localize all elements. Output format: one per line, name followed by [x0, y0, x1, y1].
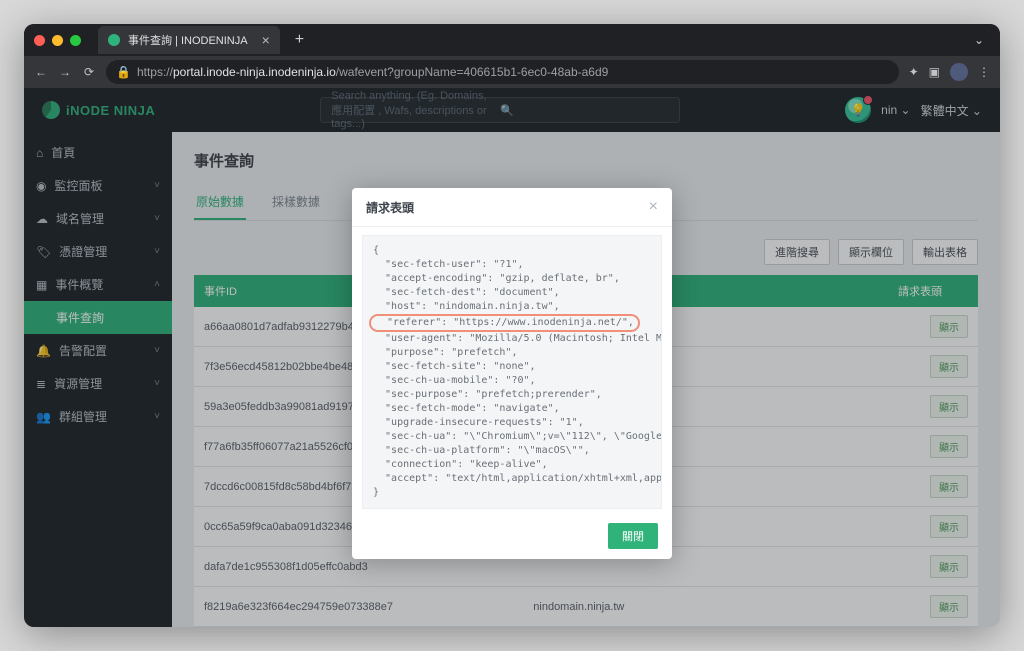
kebab-menu-icon[interactable]: ⋮	[978, 65, 990, 79]
tab-favicon	[108, 34, 120, 46]
code-line: "connection": "keep-alive",	[373, 458, 651, 472]
code-line: "sec-purpose": "prefetch;prerender",	[373, 388, 651, 402]
close-window-button[interactable]	[34, 35, 45, 46]
code-line: "accept-encoding": "gzip, deflate, br",	[373, 272, 651, 286]
modal-title: 請求表頭	[366, 199, 414, 216]
code-line: "sec-fetch-user": "?1",	[373, 258, 651, 272]
extensions-icon[interactable]: ✦	[909, 65, 919, 79]
code-line: "host": "nindomain.ninja.tw",	[373, 300, 651, 314]
forward-button[interactable]: →	[58, 65, 72, 79]
minimize-window-button[interactable]	[52, 35, 63, 46]
code-line: }	[373, 486, 651, 500]
maximize-window-button[interactable]	[70, 35, 81, 46]
code-line: "referer": "https://www.inodeninja.net/"…	[373, 314, 651, 332]
app-container: iNODE NINJA Search anything. (Eg. Domain…	[24, 88, 1000, 627]
code-line: "sec-fetch-mode": "navigate",	[373, 402, 651, 416]
code-line: "sec-fetch-dest": "document",	[373, 286, 651, 300]
browser-tab[interactable]: 事件查詢 | INODENINJA ×	[98, 26, 280, 54]
address-bar[interactable]: 🔒 https://portal.inode-ninja.inodeninja.…	[106, 60, 899, 84]
code-line: "upgrade-insecure-requests": "1",	[373, 416, 651, 430]
tab-title: 事件查詢 | INODENINJA	[128, 32, 248, 48]
tab-close-icon[interactable]: ×	[262, 32, 270, 48]
titlebar: 事件查詢 | INODENINJA × + ⌄	[24, 24, 1000, 56]
new-tab-button[interactable]: +	[295, 31, 304, 49]
code-line: "accept": "text/html,application/xhtml+x…	[373, 472, 651, 486]
reload-button[interactable]: ⟳	[82, 65, 96, 79]
profile-avatar[interactable]	[950, 63, 968, 81]
code-line: "sec-ch-ua": "\"Chromium\";v=\"112\", \"…	[373, 430, 651, 444]
modal-close-icon[interactable]: ×	[649, 198, 658, 216]
code-line: "sec-ch-ua-platform": "\"macOS\"",	[373, 444, 651, 458]
headers-code-block: { "sec-fetch-user": "?1", "accept-encodi…	[362, 235, 662, 509]
url-host: portal.inode-ninja.inodeninja.io	[173, 65, 336, 79]
back-button[interactable]: ←	[34, 65, 48, 79]
code-line: "user-agent": "Mozilla/5.0 (Macintosh; I…	[373, 332, 651, 346]
url-bar: ← → ⟳ 🔒 https://portal.inode-ninja.inode…	[24, 56, 1000, 88]
code-line: {	[373, 244, 651, 258]
code-line: "sec-fetch-site": "none",	[373, 360, 651, 374]
tabs-menu-icon[interactable]: ⌄	[974, 33, 984, 47]
lock-icon: 🔒	[116, 65, 131, 79]
code-line: "purpose": "prefetch",	[373, 346, 651, 360]
url-path: /wafevent?groupName=406615b1-6ec0-48ab-a…	[336, 65, 609, 79]
window-icon[interactable]: ▣	[929, 65, 940, 79]
highlighted-line: "referer": "https://www.inodeninja.net/"…	[369, 314, 640, 332]
code-line: "sec-ch-ua-mobile": "?0",	[373, 374, 651, 388]
browser-window: 事件查詢 | INODENINJA × + ⌄ ← → ⟳ 🔒 https://…	[24, 24, 1000, 627]
modal-close-button[interactable]: 關閉	[608, 523, 658, 549]
request-headers-modal: 請求表頭 × { "sec-fetch-user": "?1", "accept…	[352, 188, 672, 559]
